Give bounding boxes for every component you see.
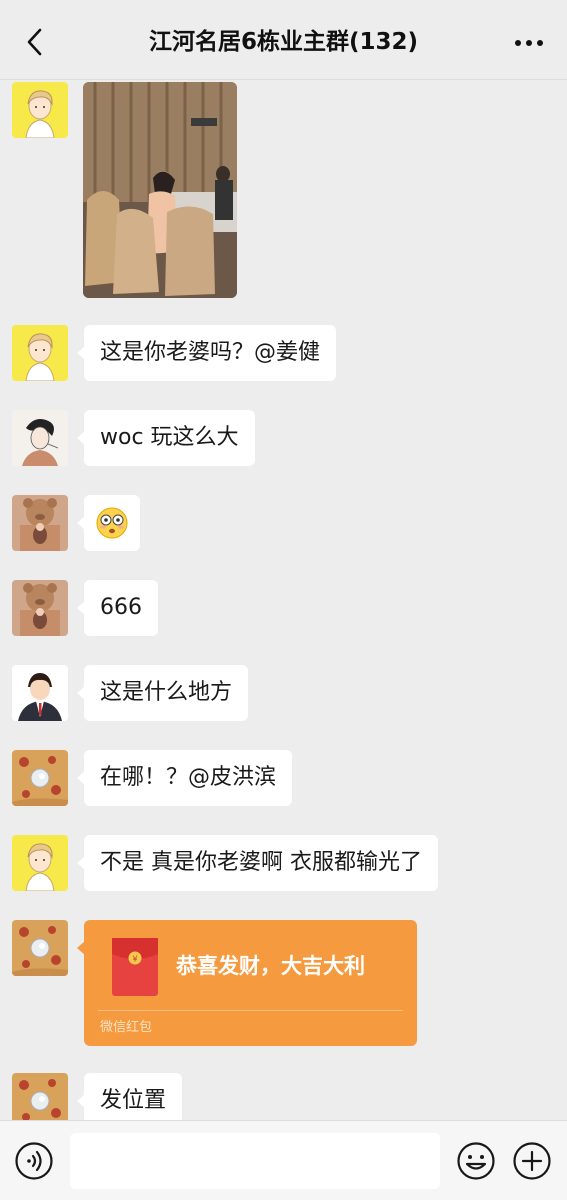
avatar[interactable] (12, 495, 68, 551)
avatar[interactable] (12, 325, 68, 381)
more-actions-button[interactable] (512, 1141, 552, 1181)
message-bubble[interactable]: 这是你老婆吗？@姜健 (76, 325, 337, 381)
red-packet-message[interactable]: ¥ 恭喜发财，大吉大利 微信红包 (77, 920, 417, 1046)
plus-icon (513, 1142, 551, 1180)
avatar[interactable] (12, 1073, 68, 1120)
avatar[interactable] (12, 835, 68, 891)
red-packet-label: 微信红包 (100, 1020, 153, 1035)
avatar[interactable] (12, 665, 68, 721)
message-bubble[interactable]: 这是什么地方 (76, 665, 249, 721)
voice-button[interactable] (14, 1141, 54, 1181)
message-bubble[interactable]: 在哪！？@皮洪滨 (76, 750, 293, 806)
more-dots-icon (515, 40, 543, 46)
message-bubble[interactable] (77, 495, 140, 551)
flushed-face-icon (96, 507, 128, 539)
chat-title: 江河名居6栋业主群(132) (148, 29, 419, 55)
red-packet-divider (98, 1010, 403, 1011)
avatar[interactable] (12, 750, 68, 806)
image-message[interactable] (83, 82, 237, 298)
red-packet-icon: ¥ (112, 938, 158, 996)
message-bubble[interactable]: 不是 真是你老婆啊 衣服都输光了 (77, 835, 438, 891)
more-button[interactable] (509, 28, 549, 58)
back-button[interactable] (18, 22, 52, 62)
svg-text:¥: ¥ (132, 955, 137, 964)
message-list[interactable]: 这是你老婆吗？@姜健 woc 玩这么大 666 这是什么地方 在哪！？@皮洪滨 … (0, 80, 567, 1120)
emoji-icon (457, 1142, 495, 1180)
message-input[interactable] (70, 1133, 440, 1189)
message-bubble[interactable]: 发位置 (76, 1073, 183, 1120)
avatar[interactable] (12, 580, 68, 636)
voice-icon (15, 1142, 53, 1180)
avatar[interactable] (12, 82, 68, 138)
emoji-button[interactable] (456, 1141, 496, 1181)
avatar[interactable] (12, 920, 68, 976)
avatar[interactable] (12, 410, 68, 466)
red-packet-title: 恭喜发财，大吉大利 (176, 954, 365, 978)
message-bubble[interactable]: woc 玩这么大 (77, 410, 255, 466)
message-bubble[interactable]: 666 (77, 580, 158, 636)
chevron-left-icon (27, 28, 42, 56)
input-bar (0, 1120, 567, 1200)
chat-header: 江河名居6栋业主群(132) (0, 0, 567, 80)
